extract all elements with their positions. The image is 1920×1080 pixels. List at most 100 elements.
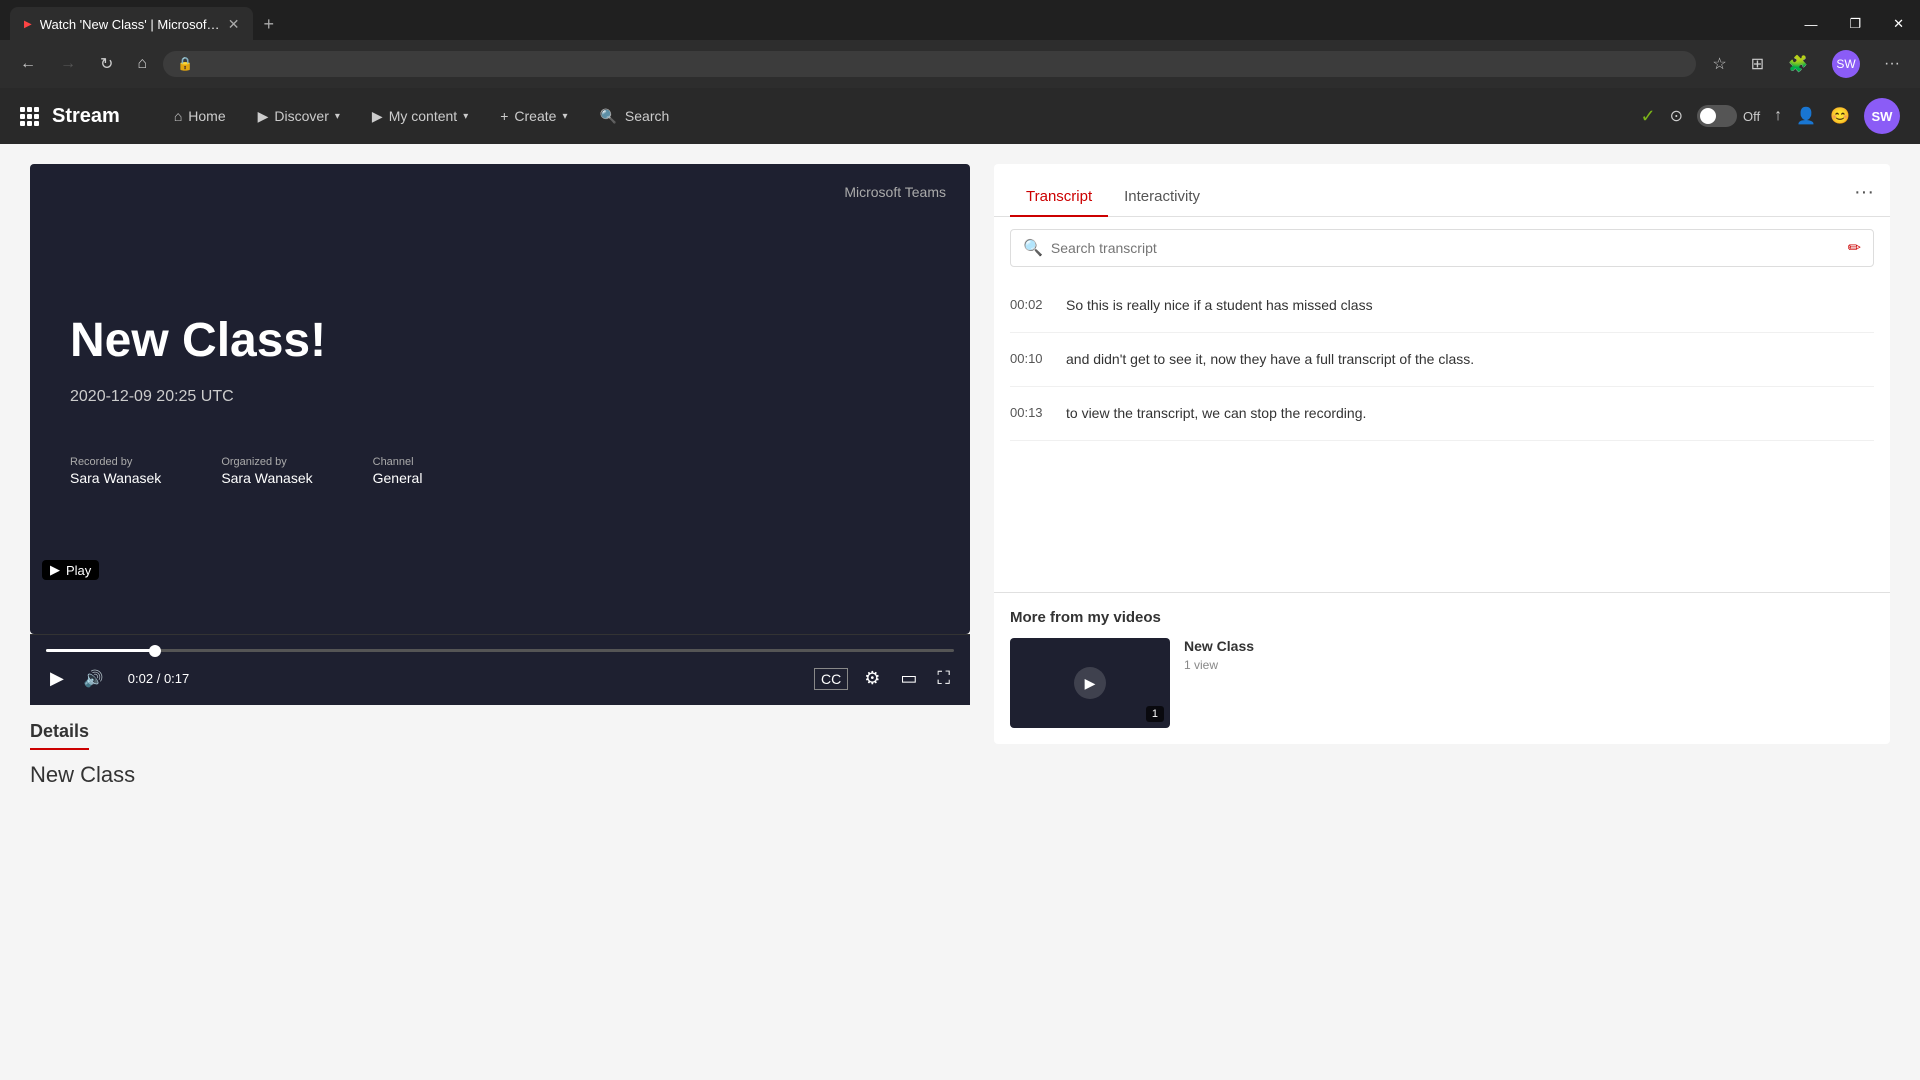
toggle-switch[interactable] [1697, 105, 1737, 127]
home-button[interactable]: ⌂ [129, 51, 155, 77]
collections-icon[interactable]: ⊞ [1743, 50, 1772, 78]
home-icon: ⌂ [174, 108, 182, 124]
user-avatar[interactable]: SW [1864, 98, 1900, 134]
stream-logo: Stream [52, 105, 120, 128]
browser-tab[interactable]: ▶ Watch 'New Class' | Microsoft Str ✕ [10, 7, 253, 41]
time-display: 0:02 / 0:17 [128, 671, 189, 686]
tab-close-button[interactable]: ✕ [228, 16, 240, 33]
nav-items: ⌂ Home ▶ Discover ▾ ▶ My content ▾ + Cre… [160, 100, 1641, 133]
create-icon: + [500, 108, 508, 124]
window-close-button[interactable]: ✕ [1877, 7, 1920, 41]
current-time: 0:02 [128, 671, 153, 686]
nav-discover-label: Discover [274, 108, 328, 124]
nav-home[interactable]: ⌂ Home [160, 100, 240, 132]
transcript-panel: Transcript Interactivity ··· 🔍 ✏ 00:02 S… [994, 164, 1890, 744]
transcript-edit-icon[interactable]: ✏ [1848, 238, 1861, 258]
refresh-button[interactable]: ↻ [92, 50, 121, 78]
my-content-chevron-icon: ▾ [463, 111, 468, 122]
channel-label: Channel [373, 456, 423, 468]
window-maximize-button[interactable]: ❐ [1833, 7, 1877, 41]
progress-bar-area[interactable] [46, 643, 954, 658]
nav-person-icon[interactable]: 👤 [1796, 106, 1816, 126]
toggle-thumb [1700, 108, 1716, 124]
nav-emoji-icon[interactable]: 😊 [1830, 106, 1850, 126]
transcript-more-button[interactable]: ··· [1854, 181, 1874, 214]
organized-by-label: Organized by [221, 456, 312, 468]
nav-create-label: Create [514, 108, 556, 124]
video-container: Microsoft Teams New Class! 2020-12-09 20… [30, 164, 970, 1080]
nav-upload-icon[interactable]: ↑ [1774, 107, 1782, 125]
cc-button[interactable]: CC [814, 668, 848, 690]
stream-logo-area: Stream [20, 105, 120, 128]
fullscreen-button[interactable]: ⛶ [933, 664, 954, 693]
check-icon[interactable]: ✓ [1641, 106, 1656, 127]
search-icon: 🔍 [599, 108, 616, 125]
transcript-entries: 00:02 So this is really nice if a studen… [994, 279, 1890, 592]
extensions-icon[interactable]: 🧩 [1780, 50, 1816, 78]
video-player[interactable]: Microsoft Teams New Class! 2020-12-09 20… [30, 164, 970, 634]
progress-fill [46, 649, 155, 652]
more-video-subtitle: 1 view [1184, 658, 1254, 672]
nav-my-content[interactable]: ▶ My content ▾ [358, 100, 482, 133]
discover-chevron-icon: ▾ [335, 111, 340, 122]
discover-icon: ▶ [258, 108, 269, 125]
transcript-entry[interactable]: 00:10 and didn't get to see it, now they… [1010, 333, 1874, 387]
organized-by-value: Sara Wanasek [221, 470, 312, 486]
url-input[interactable]: https://web.microsoftstream.com/video/ef… [201, 57, 1682, 72]
tab-title: Watch 'New Class' | Microsoft Str [40, 17, 220, 32]
more-info: New Class 1 view [1184, 638, 1254, 672]
more-video-title: New Class [1184, 638, 1254, 654]
more-thumb[interactable]: ▶ 1 [1010, 638, 1170, 728]
teams-label: Microsoft Teams [844, 184, 946, 200]
cast-button[interactable]: ▭ [896, 664, 921, 693]
recorded-by-value: Sara Wanasek [70, 470, 161, 486]
video-title: New Class! [70, 313, 326, 368]
tab-favicon: ▶ [24, 19, 32, 30]
video-date: 2020-12-09 20:25 UTC [70, 388, 234, 406]
transcript-entry[interactable]: 00:13 to view the transcript, we can sto… [1010, 387, 1874, 441]
nav-search-label: Search [625, 108, 669, 124]
nav-my-content-label: My content [389, 108, 457, 124]
recorded-by-item: Recorded by Sara Wanasek [70, 456, 161, 486]
progress-track[interactable] [46, 649, 954, 652]
controls-row: ▶ 🔊 0:02 / 0:17 CC ⚙ ▭ ⛶ [46, 664, 954, 693]
transcript-tab[interactable]: Transcript [1010, 178, 1108, 217]
more-item[interactable]: ▶ 1 New Class 1 view [1010, 638, 1874, 728]
more-from-section: More from my videos ▶ 1 New Class 1 view [994, 592, 1890, 744]
transcript-text-1: So this is really nice if a student has … [1066, 295, 1373, 316]
play-badge[interactable]: ▶ Play [42, 560, 99, 580]
video-overlay: Microsoft Teams New Class! 2020-12-09 20… [30, 164, 970, 634]
profile-icon[interactable]: SW [1824, 46, 1868, 82]
back-button[interactable]: ← [12, 51, 44, 77]
interactivity-tab[interactable]: Interactivity [1108, 178, 1216, 217]
details-title: Details [30, 721, 89, 750]
address-bar[interactable]: 🔒 https://web.microsoftstream.com/video/… [163, 51, 1696, 77]
channel-value: General [373, 470, 423, 486]
ctrl-right: CC ⚙ ▭ ⛶ [814, 664, 954, 693]
favorites-icon[interactable]: ☆ [1704, 50, 1734, 78]
toggle-area: Off [1697, 105, 1760, 127]
nav-right: ✓ ⊙ Off ↑ 👤 😊 SW [1641, 98, 1900, 134]
settings-button[interactable]: ⚙ [860, 664, 884, 693]
transcript-time-1: 00:02 [1010, 295, 1050, 316]
window-minimize-button[interactable]: — [1788, 7, 1833, 41]
apps-grid-icon[interactable] [20, 107, 38, 126]
new-tab-button[interactable]: + [253, 10, 284, 39]
play-label: Play [66, 563, 91, 578]
volume-button[interactable]: 🔊 [80, 665, 108, 693]
nav-create[interactable]: + Create ▾ [486, 100, 581, 132]
transcript-search[interactable]: 🔍 ✏ [1010, 229, 1874, 267]
nav-discover[interactable]: ▶ Discover ▾ [244, 100, 354, 133]
nav-home-label: Home [188, 108, 225, 124]
play-pause-button[interactable]: ▶ [46, 664, 68, 693]
nav-icon-1[interactable]: ⊙ [1670, 106, 1683, 126]
forward-button[interactable]: → [52, 51, 84, 77]
transcript-entry[interactable]: 00:02 So this is really nice if a studen… [1010, 279, 1874, 333]
nav-search[interactable]: 🔍 Search [585, 100, 683, 133]
transcript-search-input[interactable] [1051, 240, 1840, 256]
progress-thumb[interactable] [149, 645, 161, 657]
video-meta: Recorded by Sara Wanasek Organized by Sa… [70, 456, 422, 486]
browser-menu-button[interactable]: ··· [1876, 51, 1908, 77]
transcript-time-3: 00:13 [1010, 403, 1050, 424]
lock-icon: 🔒 [177, 56, 193, 72]
